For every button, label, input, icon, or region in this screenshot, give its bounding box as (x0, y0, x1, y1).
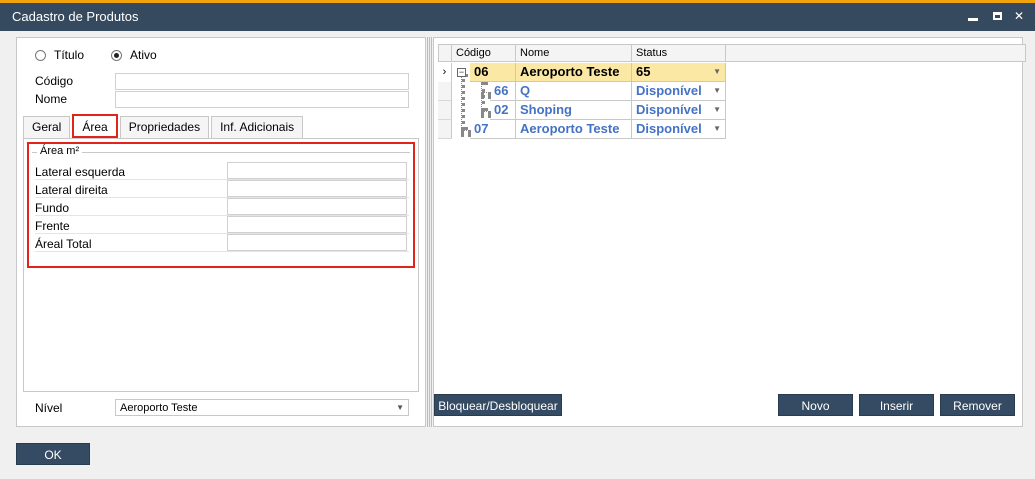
area-group-highlight: Área m² Lateral esquerda Lateral direita… (27, 142, 415, 268)
row-indicator[interactable] (438, 82, 452, 101)
area-group-title: Área m² (37, 145, 83, 157)
cell-nome[interactable]: Aeroporto Teste (516, 63, 632, 82)
row-indicator[interactable] (438, 120, 452, 139)
tab-area[interactable]: Área (72, 114, 118, 138)
area-row-lateral-direita: Lateral direita (35, 180, 409, 198)
nome-label: Nome (35, 92, 68, 106)
grid-header: Código Nome Status (438, 44, 1026, 62)
cell-codigo[interactable]: 06 (470, 63, 516, 82)
product-register-window: Cadastro de Produtos ✕ Título Ativo Códi… (0, 0, 1035, 479)
cell-nome[interactable]: Aeroporto Teste (516, 120, 632, 139)
remove-button[interactable]: Remover (940, 394, 1015, 416)
cell-nome[interactable]: Shoping (516, 101, 632, 120)
cell-status[interactable]: Disponível ▼ (632, 101, 726, 120)
area-total-label: Áreal Total (35, 237, 92, 251)
new-button[interactable]: Novo (778, 394, 853, 416)
maximize-icon[interactable] (988, 7, 1006, 25)
cell-status[interactable]: 65 ▼ (632, 63, 726, 82)
chevron-down-icon[interactable]: ▼ (396, 403, 404, 412)
area-row-frente: Frente (35, 216, 409, 234)
lateral-direita-label: Lateral direita (35, 183, 108, 197)
area-total-input[interactable] (227, 234, 407, 251)
window-title: Cadastro de Produtos (12, 9, 139, 24)
frente-label: Frente (35, 219, 70, 233)
fundo-label: Fundo (35, 201, 70, 215)
codigo-input[interactable] (115, 73, 409, 90)
status-value: Disponível (636, 121, 702, 136)
area-row-lateral-esquerda: Lateral esquerda (35, 162, 409, 180)
codigo-label: Código (35, 74, 74, 88)
tree-line-vertical (461, 74, 465, 130)
left-panel: Título Ativo Código Nome Geral Área Prop… (16, 37, 426, 427)
radio-titulo-label: Título (54, 48, 85, 62)
fundo-input[interactable] (227, 198, 407, 215)
radio-ativo[interactable]: Ativo (111, 48, 157, 62)
tab-inf-adicionais[interactable]: Inf. Adicionais (211, 116, 304, 138)
radio-ativo-label: Ativo (130, 48, 157, 62)
tree-line-vertical (481, 82, 485, 111)
lateral-esquerda-input[interactable] (227, 162, 407, 179)
radio-ativo-icon[interactable] (111, 49, 122, 61)
status-value: Disponível (636, 102, 702, 117)
column-header-filler (726, 44, 1026, 62)
nivel-value: Aeroporto Teste (120, 402, 198, 414)
nome-input[interactable] (115, 91, 409, 108)
column-header-codigo[interactable]: Código (452, 44, 516, 62)
title-bar: Cadastro de Produtos ✕ (0, 3, 1035, 31)
radio-titulo[interactable]: Título (35, 48, 84, 62)
right-panel: Código Nome Status › − 06 Aeroporto Test… (433, 37, 1026, 427)
tab-strip: Geral Área Propriedades Inf. Adicionais (23, 114, 305, 138)
cell-status[interactable]: Disponível ▼ (632, 120, 726, 139)
ok-button[interactable]: OK (16, 443, 90, 465)
close-icon[interactable]: ✕ (1010, 7, 1028, 25)
chevron-down-icon[interactable]: ▼ (713, 86, 721, 95)
radio-titulo-icon[interactable] (35, 49, 46, 61)
chevron-down-icon[interactable]: ▼ (713, 67, 721, 76)
tab-geral[interactable]: Geral (23, 116, 71, 138)
insert-button[interactable]: Inserir (859, 394, 934, 416)
column-header-status[interactable]: Status (632, 44, 726, 62)
cell-codigo[interactable]: 02 (490, 101, 516, 120)
area-row-area-total: Áreal Total (35, 234, 409, 252)
tab-propriedades[interactable]: Propriedades (119, 116, 210, 138)
panel-splitter[interactable] (427, 37, 432, 427)
status-value: Disponível (636, 83, 702, 98)
column-header-nome[interactable]: Nome (516, 44, 632, 62)
lateral-esquerda-label: Lateral esquerda (35, 165, 126, 179)
frente-input[interactable] (227, 216, 407, 233)
cell-codigo[interactable]: 07 (470, 120, 516, 139)
grid-header-corner (438, 44, 452, 62)
minimize-icon[interactable] (964, 7, 982, 25)
cell-status[interactable]: Disponível ▼ (632, 82, 726, 101)
chevron-down-icon[interactable]: ▼ (713, 124, 721, 133)
nivel-select[interactable]: Aeroporto Teste ▼ (115, 399, 409, 416)
chevron-down-icon[interactable]: ▼ (713, 105, 721, 114)
nivel-label: Nível (35, 401, 63, 415)
row-indicator[interactable] (438, 101, 452, 120)
status-value: 65 (636, 64, 651, 79)
tab-area-content: Área m² Lateral esquerda Lateral direita… (23, 138, 419, 392)
cell-nome[interactable]: Q (516, 82, 632, 101)
collapse-icon[interactable]: − (457, 68, 466, 77)
block-unblock-button[interactable]: Bloquear/Desbloquear (434, 394, 562, 416)
cell-codigo[interactable]: 66 (490, 82, 516, 101)
area-row-fundo: Fundo (35, 198, 409, 216)
lateral-direita-input[interactable] (227, 180, 407, 197)
row-indicator-current-icon[interactable]: › (438, 63, 452, 82)
